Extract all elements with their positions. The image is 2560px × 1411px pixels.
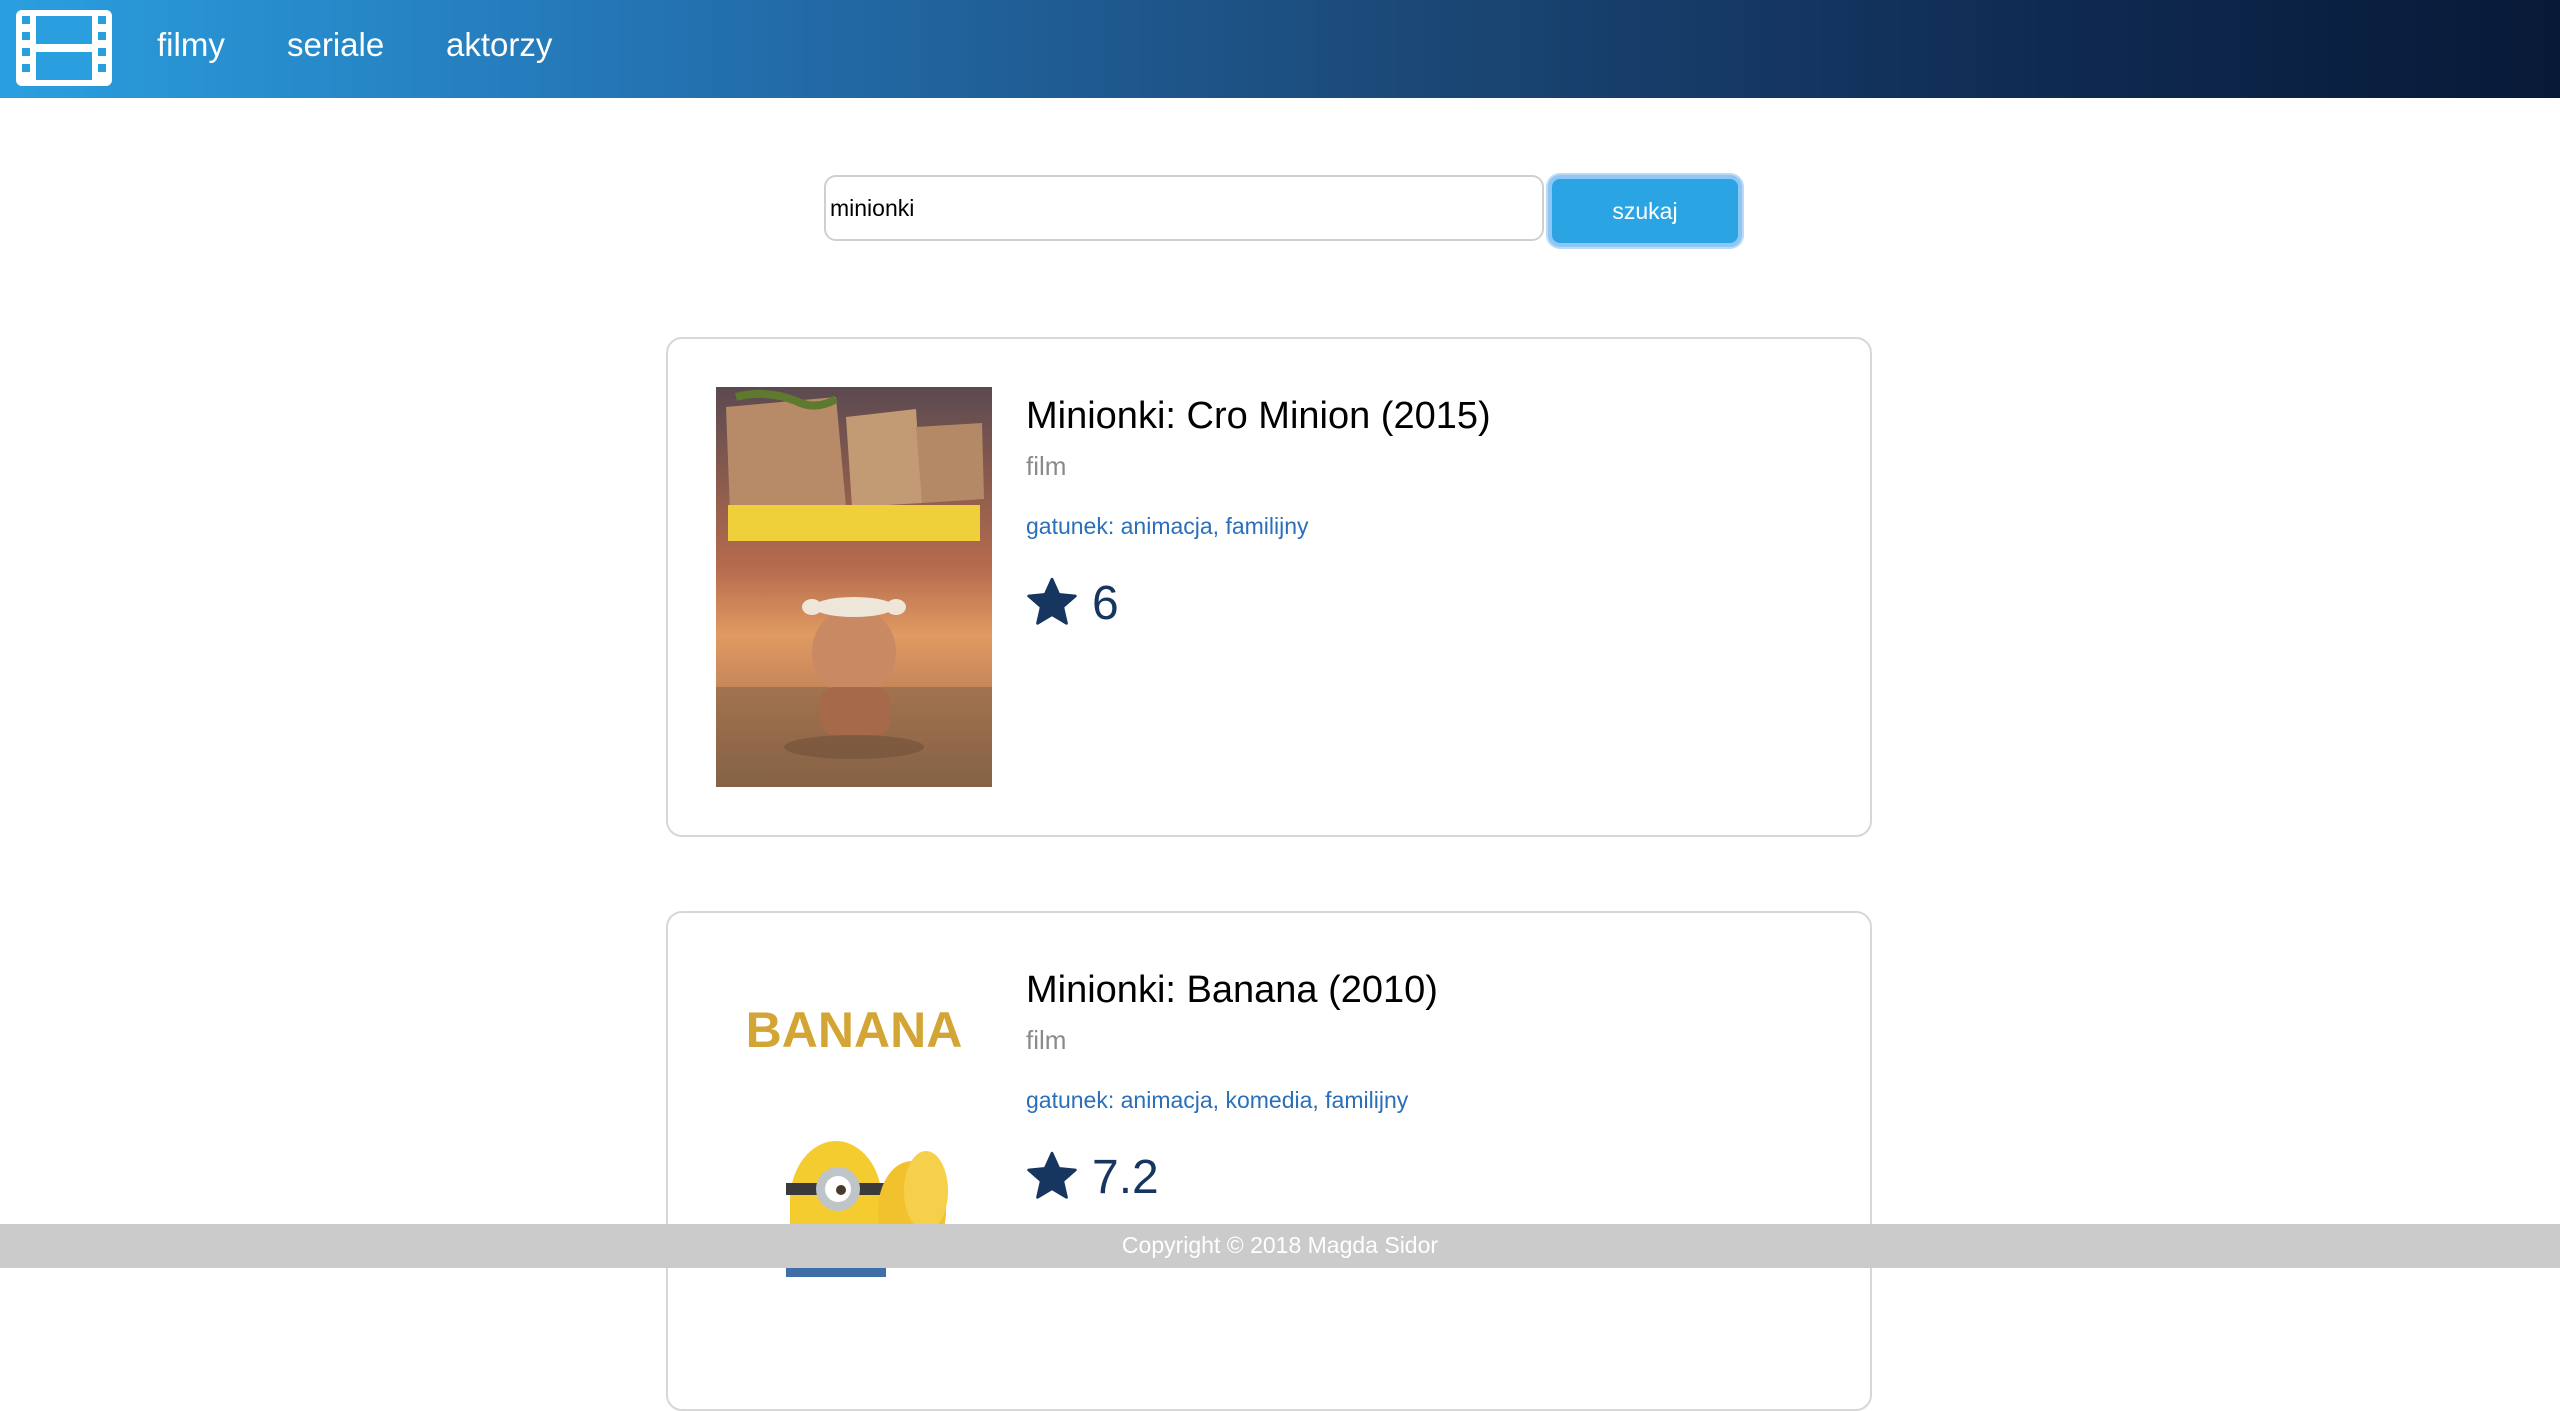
star-icon: [1027, 1151, 1077, 1199]
nav-link-filmy[interactable]: filmy: [157, 26, 225, 64]
result-genre: gatunek: animacja, komedia, familijny: [1026, 1087, 1409, 1113]
poster-image[interactable]: BANANA: [716, 961, 992, 1361]
search-input[interactable]: [824, 175, 1544, 241]
result-card[interactable]: BANANA Minionki: Banana (2010) film gatu…: [666, 911, 1872, 1411]
result-type: film: [1026, 1025, 1067, 1055]
search-button[interactable]: szukaj: [1548, 175, 1742, 247]
poster-title-text: BANANA: [746, 1002, 963, 1058]
result-card[interactable]: Minionki: Cro Minion (2015) film gatunek…: [666, 337, 1872, 837]
result-title[interactable]: Minionki: Cro Minion (2015): [1026, 395, 1491, 438]
result-genre: gatunek: animacja, familijny: [1026, 513, 1309, 539]
nav-link-aktorzy[interactable]: aktorzy: [446, 26, 552, 64]
copyright-text: Copyright © 2018 Magda Sidor: [1121, 1232, 1439, 1258]
rating-value: 7.2: [1092, 1150, 1159, 1204]
film-strip-icon[interactable]: [16, 10, 112, 86]
result-type: film: [1026, 451, 1067, 481]
poster-image[interactable]: [716, 387, 992, 787]
top-navbar: filmy seriale aktorzy: [0, 0, 2560, 98]
footer: Copyright © 2018 Magda Sidor: [0, 1224, 2560, 1268]
star-icon: [1027, 577, 1077, 625]
rating: 7.2: [1024, 1147, 1159, 1207]
rating: 6: [1024, 573, 1119, 633]
rating-value: 6: [1092, 576, 1119, 630]
result-title[interactable]: Minionki: Banana (2010): [1026, 969, 1438, 1012]
nav-link-seriale[interactable]: seriale: [287, 26, 384, 64]
